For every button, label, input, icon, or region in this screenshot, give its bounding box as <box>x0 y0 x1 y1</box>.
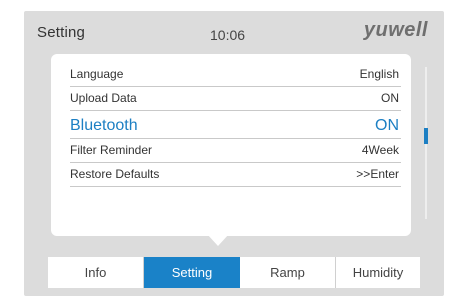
setting-row-language[interactable]: Language English <box>70 63 401 87</box>
brand-logo: yuwell <box>363 19 428 41</box>
tab-bar: Info Setting Ramp Humidity <box>48 257 420 288</box>
tab-info[interactable]: Info <box>48 257 144 288</box>
setting-value: 4Week <box>361 143 399 157</box>
status-bar: Setting 10:06 yuwell <box>24 11 444 51</box>
screen-title: Setting <box>37 24 86 41</box>
clock: 10:06 <box>210 27 246 43</box>
panel-pointer <box>207 234 229 246</box>
device-screen: Setting 10:06 yuwell Language English Up… <box>24 11 444 296</box>
setting-label: Restore Defaults <box>70 167 160 181</box>
tab-setting[interactable]: Setting <box>144 257 240 288</box>
setting-label: Upload Data <box>70 91 137 105</box>
setting-value: English <box>359 67 399 81</box>
setting-label: Filter Reminder <box>70 143 153 157</box>
tab-ramp[interactable]: Ramp <box>240 257 336 288</box>
setting-value: ON <box>375 117 399 134</box>
setting-value: >>Enter <box>356 167 399 181</box>
tab-humidity[interactable]: Humidity <box>336 257 420 288</box>
setting-label: Bluetooth <box>70 117 138 134</box>
setting-label: Language <box>70 67 124 81</box>
settings-panel: Language English Upload Data ON Bluetoot… <box>51 54 428 236</box>
setting-row-filter-reminder[interactable]: Filter Reminder 4Week <box>70 139 401 163</box>
setting-row-bluetooth[interactable]: Bluetooth ON <box>70 111 401 139</box>
setting-value: ON <box>381 91 399 105</box>
setting-row-restore-defaults[interactable]: Restore Defaults >>Enter <box>70 163 401 187</box>
setting-row-upload-data[interactable]: Upload Data ON <box>70 87 401 111</box>
scrollbar-thumb[interactable] <box>424 128 428 144</box>
